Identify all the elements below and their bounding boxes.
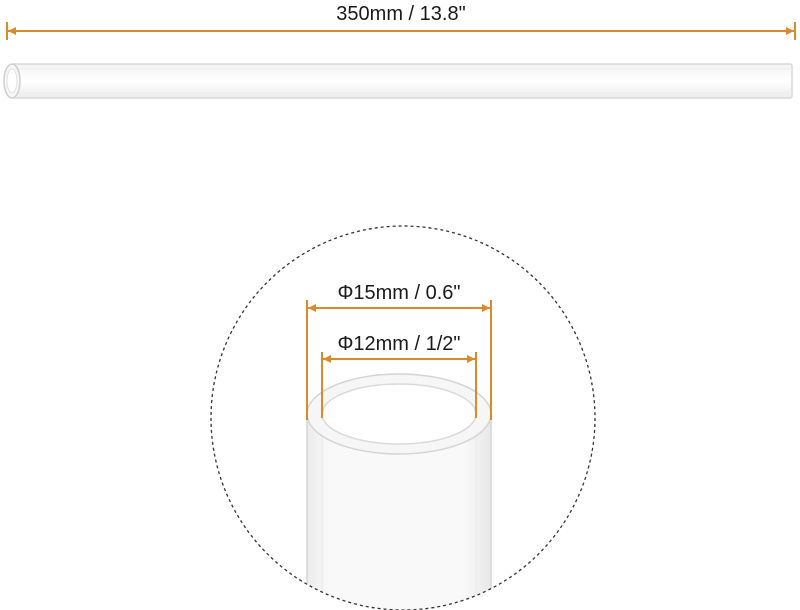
product-dimension-diagram: 350mm / 13.8" Φ15mm / 0.6" Φ12mm / 1/2" [3, 3, 796, 610]
tube-side-view [3, 63, 793, 99]
outer-diameter-label: Φ15mm / 0.6" [337, 282, 460, 304]
length-label: 350mm / 13.8" [336, 3, 465, 25]
length-left-arrow [8, 27, 16, 35]
tube-inner-bore [321, 383, 477, 445]
length-right-arrow [786, 27, 794, 35]
inner-diameter-label: Φ12mm / 1/2" [337, 333, 460, 355]
